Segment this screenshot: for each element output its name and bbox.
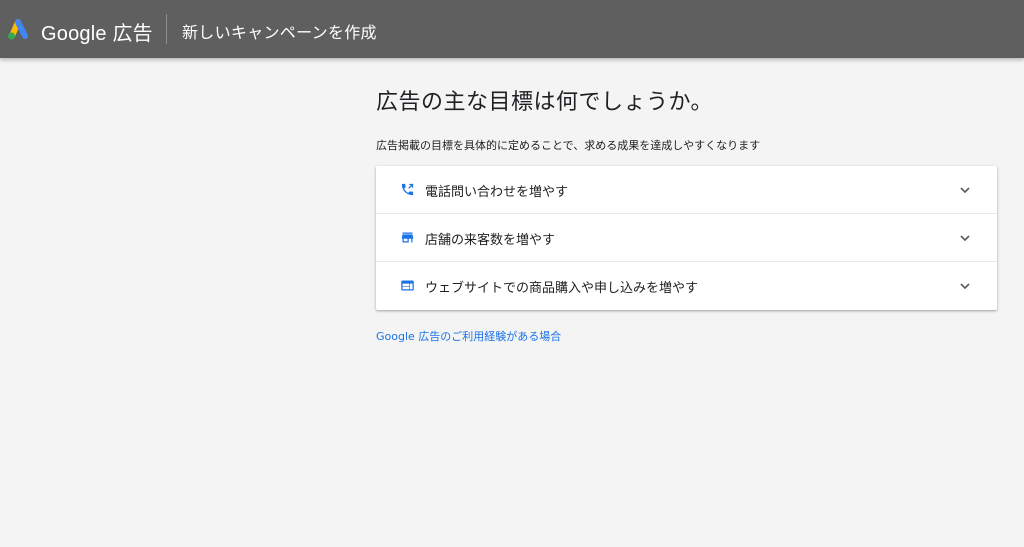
goal-options-card: 電話問い合わせを増やす 店舗の来客数を増やす ウェブサイトでの商品購入や申し込み… (376, 166, 997, 310)
phone-call-icon (401, 183, 414, 196)
chevron-down-icon[interactable] (959, 280, 971, 292)
goal-option-store-visits[interactable]: 店舗の来客数を増やす (376, 214, 997, 262)
chevron-down-icon[interactable] (959, 184, 971, 196)
web-page-icon (401, 280, 414, 291)
goal-option-label: 電話問い合わせを増やす (425, 185, 569, 200)
top-bar: Google 広告 新しいキャンペーンを作成 (0, 0, 1024, 58)
experienced-user-link[interactable]: Google 広告のご利用経験がある場合 (376, 328, 561, 344)
chevron-down-icon[interactable] (959, 232, 971, 244)
goal-option-label: 店舗の来客数を増やす (425, 233, 556, 248)
goal-question-heading: 広告の主な目標は何でしょうか。 (376, 90, 714, 115)
header-divider (166, 14, 167, 44)
goal-option-label: ウェブサイトでの商品購入や申し込みを増やす (425, 281, 699, 296)
brand-name[interactable]: Google 広告 (41, 17, 153, 46)
page-title: 新しいキャンペーンを作成 (182, 23, 377, 42)
google-ads-logo-icon[interactable] (4, 17, 32, 41)
goal-option-phone-calls[interactable]: 電話問い合わせを増やす (376, 166, 997, 214)
store-icon (401, 232, 414, 243)
goal-description: 広告掲載の目標を具体的に定めることで、求める成果を達成しやすくなります (376, 139, 761, 152)
goal-option-website-sales[interactable]: ウェブサイトでの商品購入や申し込みを増やす (376, 262, 997, 310)
